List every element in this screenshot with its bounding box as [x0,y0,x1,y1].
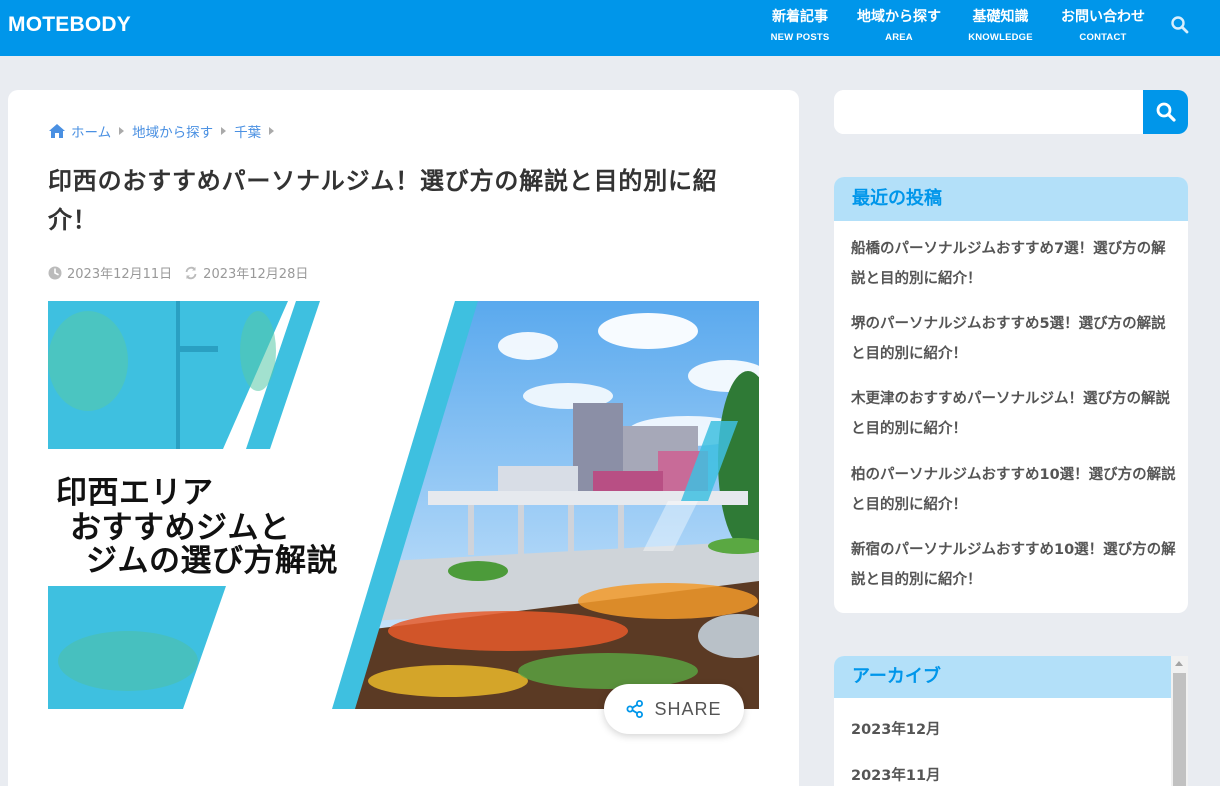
updated-date: 2023年12月28日 [203,267,309,282]
nav-sublabel: NEW POSTS [770,32,830,43]
published-date: 2023年12月11日 [67,267,173,282]
nav-label: 基礎知識 [972,9,1029,25]
nav-label: 地域から探す [857,9,941,25]
hero-text-line3: ジムの選び方解説 [86,543,338,579]
share-icon [626,700,644,718]
nav-new-posts[interactable]: 新着記事 NEW POSTS [767,8,833,43]
recent-post-link[interactable]: 堺のパーソナルジムおすすめ5選！選び方の解説と目的別に紹介！ [851,309,1176,369]
widget-title: 最近の投稿 [834,177,1188,221]
widget-title: アーカイブ [834,656,1171,698]
featured-image: 印西エリア おすすめジムと ジムの選び方解説 [48,301,759,709]
page-title: 印西のおすすめパーソナルジム！選び方の解説と目的別に紹介！ [48,167,718,234]
chevron-right-icon [119,127,125,135]
breadcrumb: ホーム 地域から探す 千葉 [48,121,282,141]
nav-contact[interactable]: お問い合わせ CONTACT [1055,8,1151,43]
archive-widget: アーカイブ 2023年12月 2023年11月 [834,656,1171,786]
nav-sublabel: AREA [885,32,913,43]
sidebar-search [834,90,1188,134]
breadcrumb-area[interactable]: 地域から探す [132,121,213,141]
scroll-up-icon[interactable] [1175,661,1183,666]
share-label: SHARE [654,698,722,719]
nav-knowledge[interactable]: 基礎知識 KNOWLEDGE [964,8,1037,43]
search-icon[interactable] [1170,15,1190,35]
nav-sublabel: CONTACT [1079,32,1127,43]
home-icon [49,124,65,138]
clock-icon [48,266,62,279]
site-header: MOTEBODY 新着記事 NEW POSTS 地域から探す AREA 基礎知識… [0,0,1220,56]
share-button[interactable]: SHARE [604,684,744,734]
recent-post-link[interactable]: 木更津のおすすめパーソナルジム！選び方の解説と目的別に紹介！ [851,384,1176,444]
nav-area[interactable]: 地域から探す AREA [852,8,946,43]
nav-sublabel: KNOWLEDGE [968,32,1033,43]
recent-posts-widget: 最近の投稿 船橋のパーソナルジムおすすめ7選！選び方の解説と目的別に紹介！ 堺の… [834,177,1188,613]
chevron-right-icon [269,127,275,135]
article-card: ホーム 地域から探す 千葉 印西のおすすめパーソナルジム！選び方の解説と目的別に… [8,90,799,786]
recent-post-link[interactable]: 新宿のパーソナルジムおすすめ10選！選び方の解説と目的別に紹介！ [851,535,1176,595]
breadcrumb-chiba[interactable]: 千葉 [234,121,261,141]
post-dates: 2023年12月11日 2023年12月28日 [48,263,308,282]
recent-post-link[interactable]: 柏のパーソナルジムおすすめ10選！選び方の解説と目的別に紹介！ [851,460,1176,520]
archive-link[interactable]: 2023年11月 [851,764,941,785]
search-icon [1156,102,1176,122]
archive-link[interactable]: 2023年12月 [851,718,941,739]
nav-label: 新着記事 [772,9,828,25]
nav-label: お問い合わせ [1061,9,1145,25]
search-input[interactable] [834,90,1143,134]
breadcrumb-home[interactable]: ホーム [71,121,111,141]
recent-post-link[interactable]: 船橋のパーソナルジムおすすめ7選！選び方の解説と目的別に紹介！ [851,234,1176,294]
refresh-icon [185,266,197,279]
scrollbar[interactable] [1171,656,1188,786]
search-button[interactable] [1143,90,1188,134]
scrollbar-thumb[interactable] [1173,673,1186,786]
chevron-right-icon [221,127,227,135]
site-logo[interactable]: MOTEBODY [8,13,131,37]
